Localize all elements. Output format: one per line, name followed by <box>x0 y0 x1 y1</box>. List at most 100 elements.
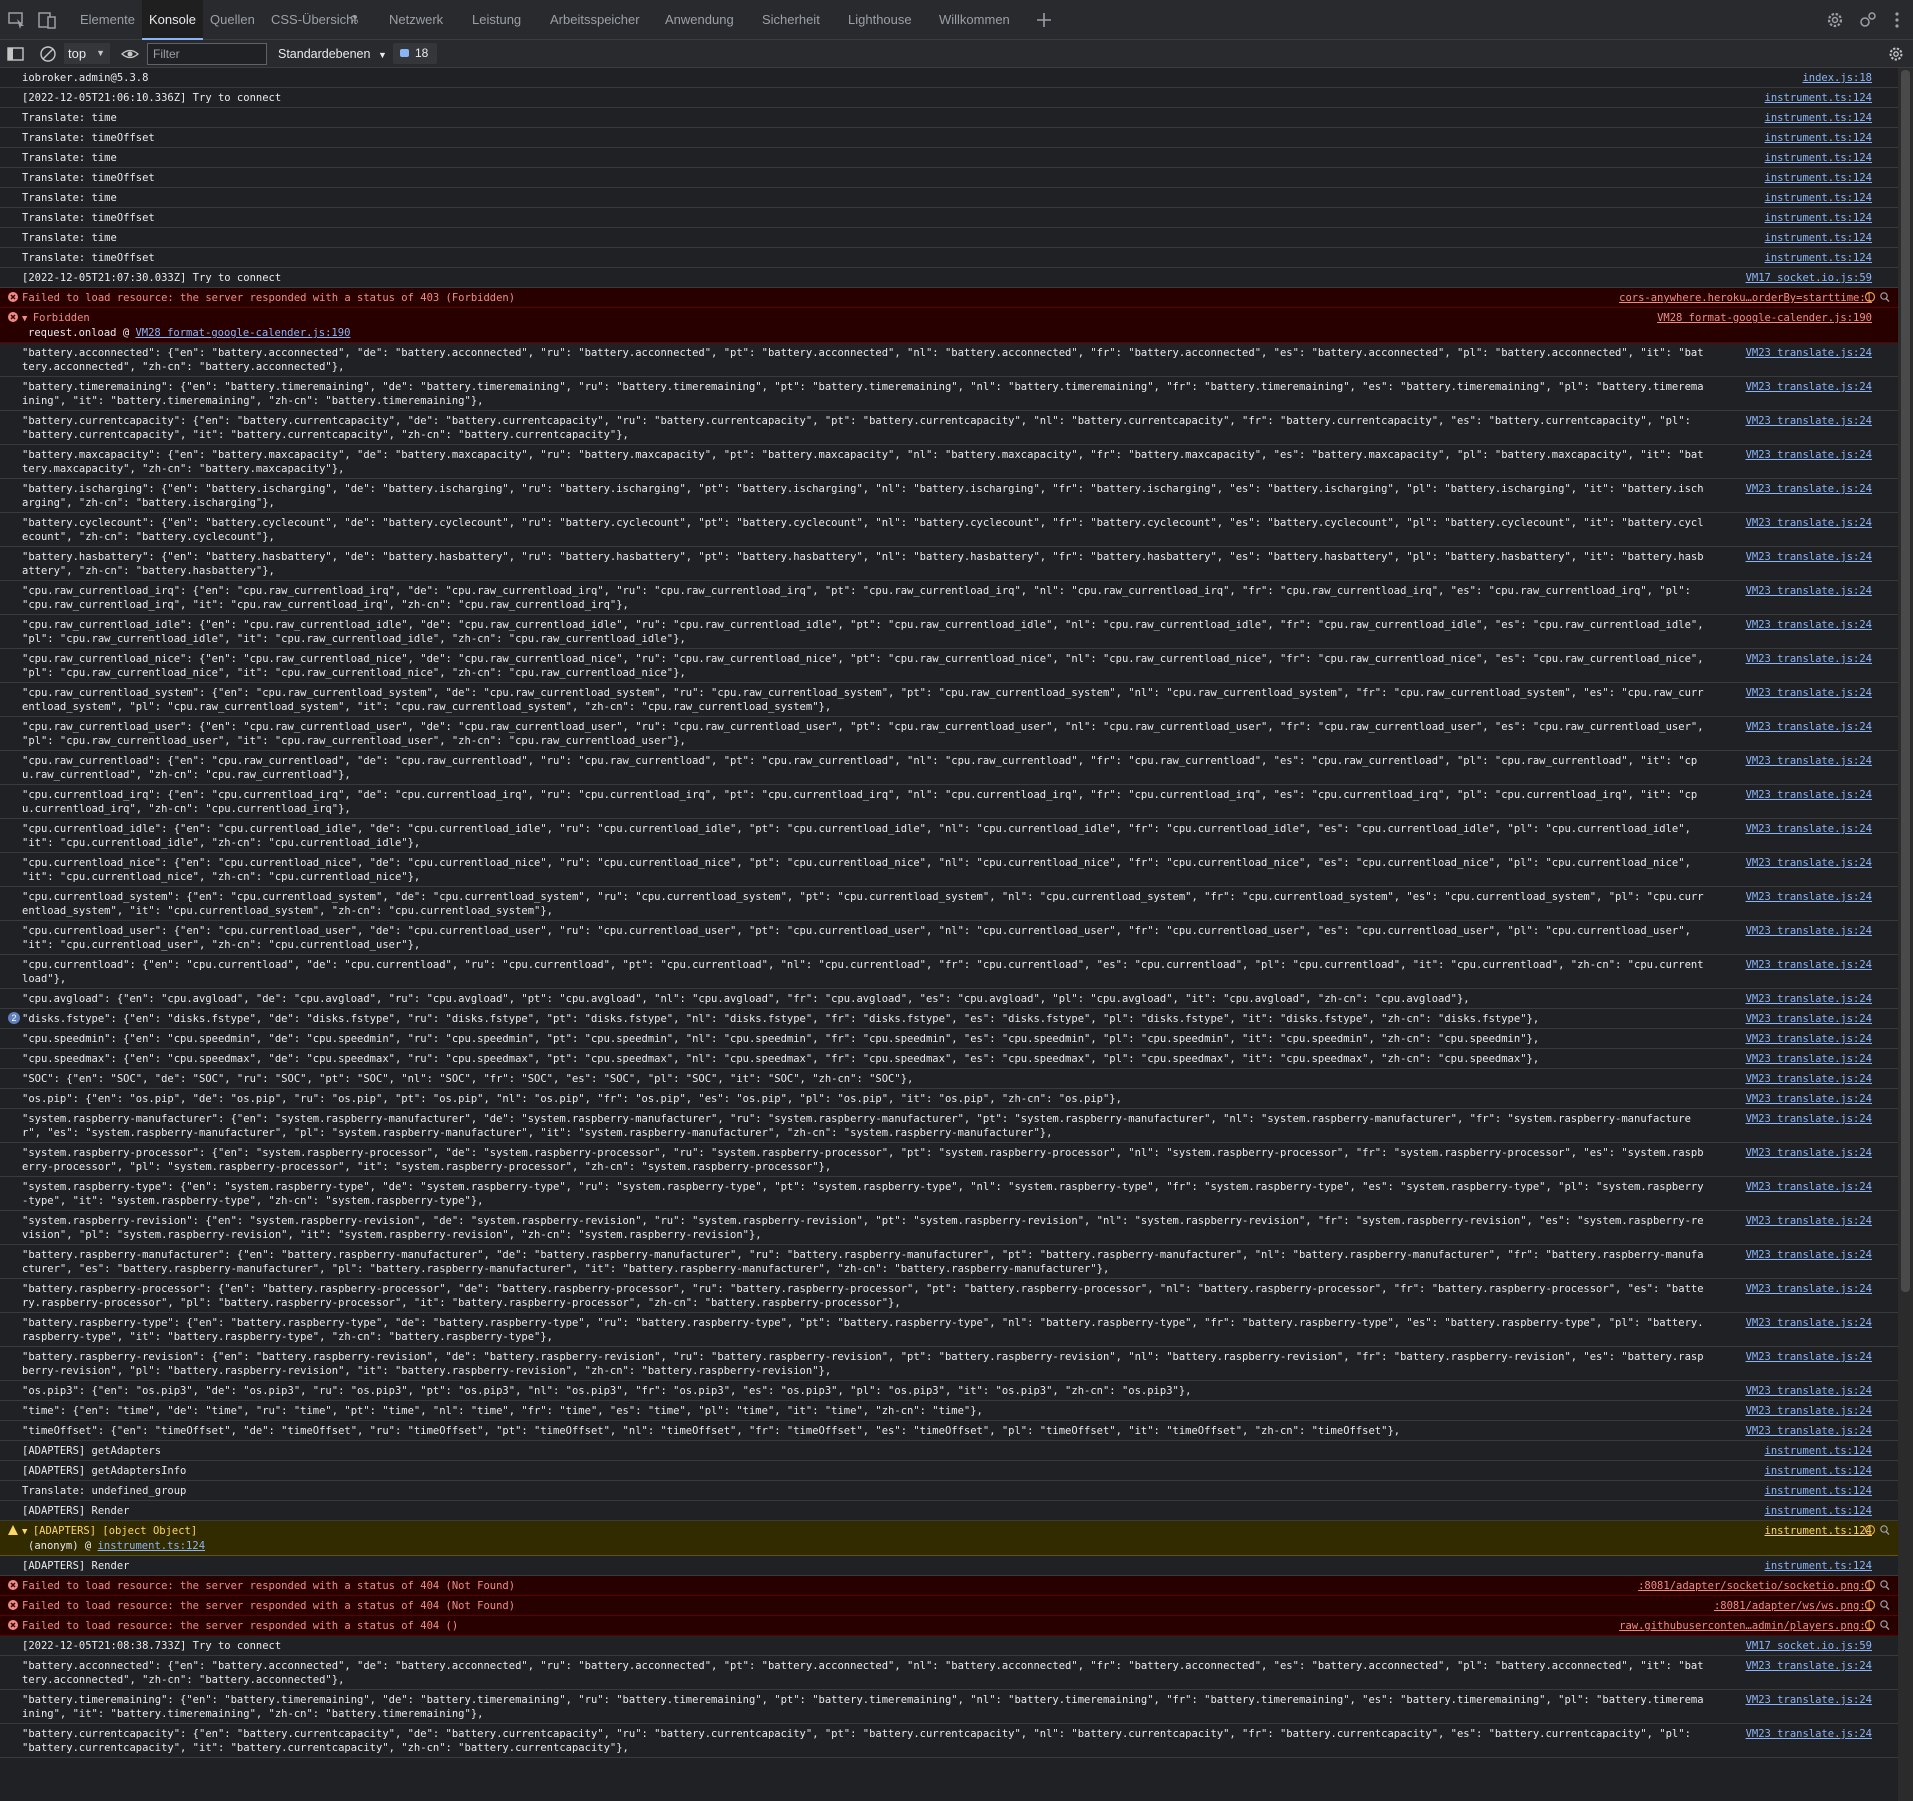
stack-frame-link[interactable]: instrument.ts:124 <box>98 1540 205 1552</box>
source-link[interactable]: VM23 translate.js:24 <box>1746 1052 1872 1066</box>
source-link[interactable]: VM23 translate.js:24 <box>1746 652 1872 666</box>
source-link[interactable]: VM23 translate.js:24 <box>1746 754 1872 768</box>
source-link[interactable]: instrument.ts:124 <box>1765 1444 1872 1458</box>
source-link[interactable]: VM23 translate.js:24 <box>1746 1404 1872 1418</box>
inspect-element-icon[interactable] <box>6 9 28 31</box>
source-link[interactable]: instrument.ts:124 <box>1765 151 1872 165</box>
tab-leistung[interactable]: Leistung <box>472 0 521 40</box>
source-link[interactable]: VM23 translate.js:24 <box>1746 1032 1872 1046</box>
log-levels-dropdown[interactable]: Standardebenen ▼ <box>278 43 387 65</box>
source-link[interactable]: :8081/adapter/ws/ws.png:1 <box>1714 1599 1872 1613</box>
source-link[interactable]: cors-anywhere.heroku…orderBy=starttime:1 <box>1619 291 1872 305</box>
source-link[interactable]: instrument.ts:124 <box>1765 211 1872 225</box>
search-insight-icon[interactable] <box>1862 1523 1892 1537</box>
console-log-message: "timeOffset": {"en": "timeOffset", "de":… <box>0 1421 1898 1441</box>
source-link[interactable]: instrument.ts:124 <box>1765 251 1872 265</box>
source-link[interactable]: VM23 translate.js:24 <box>1746 618 1872 632</box>
source-link[interactable]: instrument.ts:124 <box>1765 1559 1872 1573</box>
source-link[interactable]: VM23 translate.js:24 <box>1746 890 1872 904</box>
source-link[interactable]: index.js:18 <box>1802 71 1872 85</box>
source-link[interactable]: VM23 translate.js:24 <box>1746 1424 1872 1438</box>
source-link[interactable]: VM23 translate.js:24 <box>1746 1384 1872 1398</box>
source-link[interactable]: VM23 translate.js:24 <box>1746 482 1872 496</box>
more-tabs-plus-icon[interactable] <box>1033 9 1055 31</box>
source-link[interactable]: :8081/adapter/socketio/socketio.png:1 <box>1638 1579 1872 1593</box>
expand-triangle-icon[interactable]: ▼ <box>22 314 33 324</box>
tab-netzwerk[interactable]: Netzwerk <box>389 0 443 40</box>
source-link[interactable]: VM23 translate.js:24 <box>1746 1146 1872 1160</box>
source-link[interactable]: VM23 translate.js:24 <box>1746 1112 1872 1126</box>
source-link[interactable]: VM23 translate.js:24 <box>1746 380 1872 394</box>
tab-quellen[interactable]: Quellen <box>210 0 255 40</box>
source-link[interactable]: VM23 translate.js:24 <box>1746 1693 1872 1707</box>
source-link[interactable]: VM23 translate.js:24 <box>1746 414 1872 428</box>
source-link[interactable]: instrument.ts:124 <box>1765 1504 1872 1518</box>
source-link[interactable]: VM23 translate.js:24 <box>1746 1350 1872 1364</box>
source-link[interactable]: instrument.ts:124 <box>1765 111 1872 125</box>
search-insight-icon[interactable] <box>1862 1578 1892 1592</box>
source-link[interactable]: VM23 translate.js:24 <box>1746 1180 1872 1194</box>
source-link[interactable]: VM23 translate.js:24 <box>1746 958 1872 972</box>
source-link[interactable]: instrument.ts:124 <box>1765 231 1872 245</box>
source-link[interactable]: VM23 translate.js:24 <box>1746 788 1872 802</box>
console-log-message: "battery.raspberry-revision": {"en": "ba… <box>0 1347 1898 1381</box>
source-link[interactable]: instrument.ts:124 <box>1765 131 1872 145</box>
source-link[interactable]: VM17 socket.io.js:59 <box>1746 1639 1872 1653</box>
source-link[interactable]: VM23 translate.js:24 <box>1746 686 1872 700</box>
tab-css-übersicht[interactable]: CSS-Übersicht <box>271 0 357 40</box>
source-link[interactable]: VM23 translate.js:24 <box>1746 516 1872 530</box>
source-link[interactable]: VM23 translate.js:24 <box>1746 822 1872 836</box>
source-link[interactable]: VM23 translate.js:24 <box>1746 1659 1872 1673</box>
search-insight-icon[interactable] <box>1862 1598 1892 1612</box>
source-link[interactable]: instrument.ts:124 <box>1765 191 1872 205</box>
issues-counter-button[interactable]: 18 <box>393 43 437 64</box>
source-link[interactable]: VM28 format-google-calender.js:190 <box>1657 311 1872 325</box>
device-toolbar-icon[interactable] <box>36 9 58 31</box>
more-options-icon[interactable] <box>1886 9 1908 31</box>
tab-willkommen[interactable]: Willkommen <box>939 0 1010 40</box>
source-link[interactable]: VM23 translate.js:24 <box>1746 1727 1872 1741</box>
context-selector[interactable]: top ▼ <box>64 43 110 64</box>
source-link[interactable]: VM23 translate.js:24 <box>1746 1092 1872 1106</box>
clear-console-icon[interactable] <box>38 44 58 64</box>
source-link[interactable]: VM23 translate.js:24 <box>1746 856 1872 870</box>
tab-konsole[interactable]: Konsole <box>142 0 203 40</box>
source-link[interactable]: VM23 translate.js:24 <box>1746 1282 1872 1296</box>
source-link[interactable]: VM23 translate.js:24 <box>1746 1248 1872 1262</box>
source-link[interactable]: VM23 translate.js:24 <box>1746 550 1872 564</box>
source-link[interactable]: instrument.ts:124 <box>1765 171 1872 185</box>
search-insight-icon[interactable] <box>1862 1618 1892 1632</box>
tab-lighthouse[interactable]: Lighthouse <box>848 0 912 40</box>
console-scrollbar-thumb[interactable] <box>1901 70 1910 1292</box>
source-link[interactable]: VM23 translate.js:24 <box>1746 924 1872 938</box>
source-link[interactable]: VM23 translate.js:24 <box>1746 448 1872 462</box>
filter-input[interactable] <box>147 43 267 65</box>
source-link[interactable]: VM23 translate.js:24 <box>1746 720 1872 734</box>
source-link[interactable]: VM23 translate.js:24 <box>1746 992 1872 1006</box>
source-link[interactable]: instrument.ts:124 <box>1765 1464 1872 1478</box>
source-link[interactable]: VM23 translate.js:24 <box>1746 1072 1872 1086</box>
customize-devtools-icon[interactable] <box>1857 9 1879 31</box>
source-link[interactable]: VM23 translate.js:24 <box>1746 1316 1872 1330</box>
tab-sicherheit[interactable]: Sicherheit <box>762 0 820 40</box>
expand-triangle-icon[interactable]: ▼ <box>22 1527 33 1537</box>
live-expression-eye-icon[interactable] <box>120 44 140 64</box>
source-link[interactable]: instrument.ts:124 <box>1765 91 1872 105</box>
source-link[interactable]: VM17 socket.io.js:59 <box>1746 271 1872 285</box>
source-link[interactable]: raw.githubuserconten…admin/players.png:1 <box>1619 1619 1872 1633</box>
source-link[interactable]: VM23 translate.js:24 <box>1746 346 1872 360</box>
source-link[interactable]: VM23 translate.js:24 <box>1746 584 1872 598</box>
tab-arbeitsspeicher[interactable]: Arbeitsspeicher <box>550 0 640 40</box>
sidebar-toggle-icon[interactable] <box>6 44 26 64</box>
source-link[interactable]: VM23 translate.js:24 <box>1746 1214 1872 1228</box>
source-link[interactable]: instrument.ts:124 <box>1765 1484 1872 1498</box>
source-link[interactable]: instrument.ts:124 <box>1765 1524 1872 1538</box>
search-insight-icon[interactable] <box>1862 290 1892 304</box>
source-link[interactable]: VM23 translate.js:24 <box>1746 1012 1872 1026</box>
settings-gear-icon[interactable] <box>1824 9 1846 31</box>
console-log-message: Translate: timeOffset instrument.ts:124 <box>0 248 1898 268</box>
tab-anwendung[interactable]: Anwendung <box>665 0 734 40</box>
console-settings-gear-icon[interactable] <box>1886 44 1906 64</box>
tab-elemente[interactable]: Elemente <box>80 0 135 40</box>
stack-frame-link[interactable]: VM28 format-google-calender.js:190 <box>135 327 350 339</box>
